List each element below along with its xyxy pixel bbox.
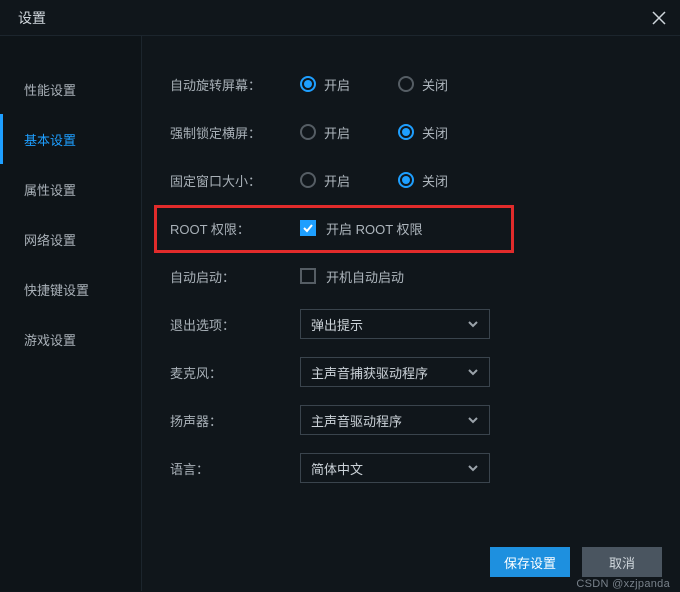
sidebar-item-label: 性能设置 [24,80,76,99]
radio-icon [398,76,414,92]
save-button[interactable]: 保存设置 [490,547,570,577]
checkbox-label: 开启 ROOT 权限 [326,219,423,238]
sidebar-item-label: 属性设置 [24,180,76,199]
cancel-button[interactable]: 取消 [582,547,662,577]
title: 设置 [18,8,46,28]
footer: 保存设置 取消 [490,547,662,577]
sidebar-item-label: 网络设置 [24,230,76,249]
chevron-down-icon [467,366,479,378]
row-fixedsize: 固定窗口大小： 开启 关闭 [170,156,660,204]
sidebar-item-label: 快捷键设置 [24,280,89,299]
select-value: 主声音驱动程序 [311,411,402,430]
select-lang[interactable]: 简体中文 [300,453,490,483]
label-autorotate: 自动旋转屏幕： [170,75,300,94]
checkbox-icon [300,268,316,284]
sidebar-item-label: 游戏设置 [24,330,76,349]
row-root: ROOT 权限： 开启 ROOT 权限 [170,204,660,252]
chevron-down-icon [467,462,479,474]
select-value: 弹出提示 [311,315,363,334]
radio-icon [300,76,316,92]
row-autorotate: 自动旋转屏幕： 开启 关闭 [170,60,660,108]
checkbox-icon [300,220,316,236]
sidebar-item-shortcut[interactable]: 快捷键设置 [0,264,141,314]
sidebar-item-network[interactable]: 网络设置 [0,214,141,264]
label-root: ROOT 权限： [170,219,300,238]
radio-label: 关闭 [422,123,448,142]
sidebar-item-game[interactable]: 游戏设置 [0,314,141,364]
close-icon[interactable] [650,9,668,27]
label-forceland: 强制锁定横屏： [170,123,300,142]
row-lang: 语言： 简体中文 [170,444,660,492]
radio-icon [398,172,414,188]
select-mic[interactable]: 主声音捕获驱动程序 [300,357,490,387]
radio-label: 开启 [324,171,350,190]
label-lang: 语言： [170,459,300,478]
row-speaker: 扬声器： 主声音驱动程序 [170,396,660,444]
radio-fixedsize-off[interactable]: 关闭 [398,171,448,190]
select-speaker[interactable]: 主声音驱动程序 [300,405,490,435]
sidebar-item-performance[interactable]: 性能设置 [0,64,141,114]
checkbox-label: 开机自动启动 [326,267,404,286]
radio-icon [300,172,316,188]
label-speaker: 扬声器： [170,411,300,430]
titlebar: 设置 [0,0,680,36]
watermark: CSDN @xzjpanda [576,578,670,590]
radio-label: 关闭 [422,75,448,94]
sidebar-item-property[interactable]: 属性设置 [0,164,141,214]
row-forceland: 强制锁定横屏： 开启 关闭 [170,108,660,156]
sidebar: 性能设置 基本设置 属性设置 网络设置 快捷键设置 游戏设置 [0,36,142,591]
radio-icon [398,124,414,140]
radio-forceland-on[interactable]: 开启 [300,123,350,142]
radio-autorotate-on[interactable]: 开启 [300,75,350,94]
select-value: 简体中文 [311,459,363,478]
radio-autorotate-off[interactable]: 关闭 [398,75,448,94]
radio-label: 开启 [324,123,350,142]
radio-label: 关闭 [422,171,448,190]
sidebar-item-label: 基本设置 [24,130,76,149]
radio-icon [300,124,316,140]
label-exit: 退出选项： [170,315,300,334]
content: 自动旋转屏幕： 开启 关闭 强制锁定横屏： 开启 [142,36,680,591]
checkbox-autostart[interactable]: 开机自动启动 [300,267,404,286]
radio-label: 开启 [324,75,350,94]
row-mic: 麦克风： 主声音捕获驱动程序 [170,348,660,396]
chevron-down-icon [467,318,479,330]
radio-fixedsize-on[interactable]: 开启 [300,171,350,190]
select-value: 主声音捕获驱动程序 [311,363,428,382]
sidebar-item-basic[interactable]: 基本设置 [0,114,141,164]
radio-forceland-off[interactable]: 关闭 [398,123,448,142]
select-exit[interactable]: 弹出提示 [300,309,490,339]
row-autostart: 自动启动： 开机自动启动 [170,252,660,300]
label-mic: 麦克风： [170,363,300,382]
row-exit: 退出选项： 弹出提示 [170,300,660,348]
chevron-down-icon [467,414,479,426]
label-autostart: 自动启动： [170,267,300,286]
checkbox-root[interactable]: 开启 ROOT 权限 [300,219,423,238]
label-fixedsize: 固定窗口大小： [170,171,300,190]
